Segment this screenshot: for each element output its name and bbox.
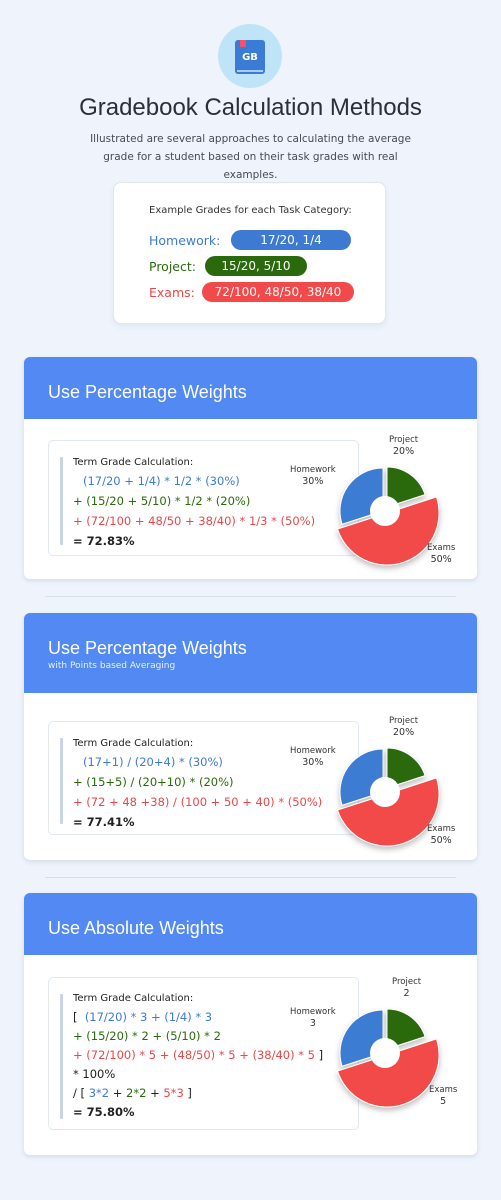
pie-value-exams: 50% <box>430 835 452 846</box>
pie-label-homework: Homework 30% <box>290 746 336 768</box>
calc-result: = 72.83% <box>73 534 135 548</box>
calc-line-exams: + (72 + 48 +38) / (100 + 50 + 40) * (50%… <box>73 795 323 809</box>
pie-value-project: 20% <box>392 446 415 457</box>
calc-result: = 75.80% <box>73 1105 135 1119</box>
exams-label: Exams: <box>149 285 195 300</box>
calc-line-exams: + (72/100 + 48/50 + 38/40) * 1/3 * (50%) <box>73 514 316 528</box>
section-divider <box>45 596 456 597</box>
calc-heading: Term Grade Calculation: <box>73 738 194 749</box>
pie-center-hole <box>370 777 400 807</box>
open-bracket: [ <box>73 1010 78 1024</box>
divisor-project: 2*2 <box>126 1086 147 1100</box>
pie-value-homework: 3 <box>309 1018 316 1029</box>
homework-term: (17/20) * 3 + (1/4) * 3 <box>84 1010 213 1024</box>
weights-pie-chart: Homework 3 Project 2 Exams 5 <box>286 977 477 1117</box>
divisor-exams: 5*3 <box>163 1086 184 1100</box>
exams-grades-pill: 72/100, 48/50, 38/40 <box>202 282 354 302</box>
calc-result: = 77.41% <box>73 815 135 829</box>
section-title: Use Absolute Weights <box>48 918 224 938</box>
logo-badge: GB <box>218 24 282 88</box>
pie-value-exams: 5 <box>440 1096 447 1107</box>
section-divider <box>45 877 456 878</box>
calc-heading: Term Grade Calculation: <box>73 457 194 468</box>
pie-label-exams: Exams 50% <box>427 824 456 846</box>
pie-label-exams: Exams 5 <box>429 1085 458 1107</box>
quote-bar <box>60 994 63 1119</box>
pie-value-homework: 30% <box>302 476 324 487</box>
gradebook-icon: GB <box>235 40 265 74</box>
divisor-plus-2: + <box>146 1086 164 1100</box>
divisor-homework: 3*2 <box>88 1086 110 1100</box>
calc-line-project: + (15/20 + 5/10) * 1/2 * (20%) <box>73 494 251 508</box>
weights-pie-chart: Homework 30% Project 20% Exams 50% <box>286 435 477 575</box>
pie-center-hole <box>370 1038 400 1068</box>
quote-bar <box>60 738 63 824</box>
weights-pie-chart: Homework 30% Project 20% Exams 50% <box>286 716 477 856</box>
pie-value-homework: 30% <box>302 757 324 768</box>
section-title: Use Percentage Weights <box>48 638 247 658</box>
section-header: Use Percentage Weights with Points based… <box>24 613 477 693</box>
bookmark-ribbon <box>240 40 246 47</box>
calc-line-homework: (17+1) / (20+4) * (30%) <box>83 755 223 769</box>
example-grades-card: Example Grades for each Task Category: H… <box>113 182 386 324</box>
logo-text: GB <box>242 51 258 63</box>
divisor-plus-1: + <box>109 1086 127 1100</box>
pie-label-homework: Homework 3 <box>290 1007 336 1029</box>
section-header: Use Absolute Weights <box>24 893 477 955</box>
pie-label-project: Project 2 <box>392 977 422 999</box>
calc-heading: Term Grade Calculation: <box>73 993 194 1004</box>
section-header: Use Percentage Weights <box>24 357 477 419</box>
calc-line-project: + (15/20) * 2 + (5/10) * 2 <box>73 1029 221 1043</box>
project-grades-pill: 15/20, 5/10 <box>205 256 307 276</box>
book-pages <box>237 70 263 72</box>
pie-label-exams: Exams 50% <box>427 543 456 565</box>
section-title: Use Percentage Weights <box>48 382 247 402</box>
calc-line-homework: (17/20 + 1/4) * 1/2 * (30%) <box>83 474 240 488</box>
page-subtitle: Illustrated are several approaches to ca… <box>90 133 411 181</box>
homework-label: Homework: <box>149 233 221 248</box>
section-subtitle: with Points based Averaging <box>48 661 176 671</box>
homework-grades-pill: 17/20, 1/4 <box>231 230 351 250</box>
pie-value-exams: 50% <box>430 554 452 565</box>
divisor-open: / [ <box>73 1086 86 1100</box>
pie-label-project: Project 20% <box>389 716 419 738</box>
calc-line-divisor: / [ 3*2 + 2*2 + 5*3 ] <box>73 1086 192 1100</box>
pie-label-project: Project 20% <box>389 435 419 457</box>
exams-term: + (72/100) * 5 + (48/50) * 5 + (38/40) *… <box>73 1048 315 1062</box>
pie-value-project: 2 <box>403 988 410 999</box>
page-title: Gradebook Calculation Methods <box>79 94 422 121</box>
calc-line-project: + (15+5) / (20+10) * (20%) <box>73 775 234 789</box>
divisor-close: ] <box>183 1086 192 1100</box>
quote-bar <box>60 457 63 545</box>
pie-center-hole <box>370 496 400 526</box>
project-label: Project: <box>149 259 196 274</box>
calc-line-homework: [ (17/20) * 3 + (1/4) * 3 <box>73 1010 212 1024</box>
section-absolute-weights: Use Absolute Weights Term Grade Calculat… <box>24 893 477 1155</box>
section-percentage-weights-points: Use Percentage Weights with Points based… <box>24 613 477 860</box>
section-percentage-weights: Use Percentage Weights Term Grade Calcul… <box>24 357 477 579</box>
pie-label-homework: Homework 30% <box>290 465 336 487</box>
pie-value-project: 20% <box>392 727 415 738</box>
example-heading: Example Grades for each Task Category: <box>149 205 352 216</box>
calc-line-multiplier: * 100% <box>73 1067 116 1081</box>
